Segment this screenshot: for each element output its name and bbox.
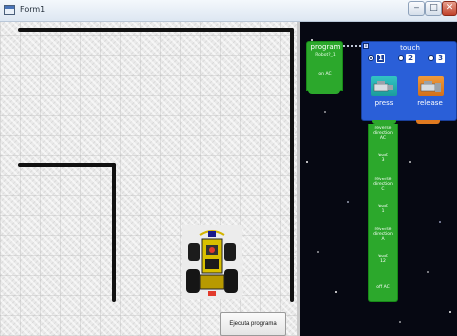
command-line: off AC (376, 285, 390, 290)
run-program-button[interactable]: Ejecuta programa (220, 312, 286, 336)
command-block-wait-3[interactable]: wait 3 (368, 151, 398, 178)
command-block-wait-12[interactable]: wait 12 (368, 252, 398, 279)
touch-release-icon[interactable] (418, 76, 444, 96)
wall-top (18, 28, 294, 32)
window-title-bar: Form1 ‒ □ ✕ (0, 0, 457, 22)
touch-press-label: press (374, 99, 394, 107)
wall-right (290, 28, 294, 302)
command-block-wait-1[interactable]: wait 1 (368, 202, 398, 228)
touch-release-label: release (417, 99, 443, 107)
maximize-button[interactable]: □ (425, 1, 442, 16)
port-label-3: 3 (436, 54, 445, 63)
command-stack[interactable]: reverse direction AC wait 3 reverse dire… (368, 124, 398, 302)
program-block-title: program (310, 43, 341, 51)
wall-left-horizontal (18, 163, 116, 167)
command-line: 3 (381, 158, 385, 163)
command-line: 1 (381, 209, 385, 214)
command-block-reverse-c[interactable]: reverse direction C (368, 175, 398, 205)
command-line: A (381, 237, 385, 242)
port-radio-2[interactable] (398, 55, 404, 61)
port-label-1: 1 (376, 54, 385, 63)
robot-icon (182, 225, 242, 299)
program-block[interactable]: program Robot?_1 on AC (306, 41, 343, 91)
program-block-event: on AC (318, 72, 332, 77)
robot-image[interactable] (182, 225, 242, 299)
program-block-name: Robot?_1 (315, 53, 336, 58)
port-radio-1[interactable] (368, 55, 374, 61)
command-line: 12 (380, 259, 386, 264)
command-line: C (381, 187, 385, 192)
touch-panel-title: touch (400, 44, 420, 52)
window-app-icon (4, 5, 15, 15)
command-block-reverse-a[interactable]: reverse direction A (368, 225, 398, 255)
wall-inner-vertical (112, 163, 116, 302)
release-output-connector (416, 120, 440, 124)
close-button[interactable]: ✕ (442, 1, 457, 16)
command-block-reverse-ac[interactable]: reverse direction AC (368, 124, 398, 154)
program-block-connector (308, 88, 340, 94)
program-sensor-link (343, 45, 361, 47)
touch-press-icon[interactable] (371, 76, 397, 96)
command-block-off-ac[interactable]: off AC (368, 276, 398, 302)
port-radio-3[interactable] (428, 55, 434, 61)
window-title: Form1 (20, 5, 46, 14)
command-line: AC (379, 136, 387, 141)
minimize-button[interactable]: ‒ (408, 1, 425, 16)
robot-arena (0, 22, 297, 336)
touch-sensor-panel[interactable]: x touch 1 2 3 press release (361, 41, 457, 121)
port-label-2: 2 (406, 54, 415, 63)
